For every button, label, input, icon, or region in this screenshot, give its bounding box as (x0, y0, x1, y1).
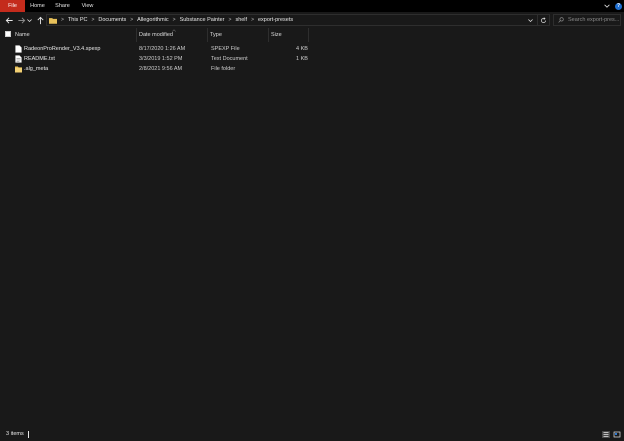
search-input[interactable] (568, 17, 620, 23)
file-name[interactable]: .alg_meta (24, 64, 48, 74)
breadcrumb-separator[interactable]: > (229, 17, 232, 23)
address-bar[interactable]: > This PC > Documents > Allegorithmic > … (46, 14, 550, 26)
breadcrumb-this-pc[interactable]: This PC (68, 17, 88, 23)
refresh-icon (541, 16, 546, 23)
file-name[interactable]: RadeonProRender_V3.4.spexp (24, 44, 100, 54)
navigation-bar: > This PC > Documents > Allegorithmic > … (0, 12, 624, 28)
tab-share[interactable]: Share (50, 0, 75, 12)
breadcrumb-separator[interactable]: > (130, 17, 133, 23)
search-box[interactable] (553, 14, 621, 26)
recent-locations-button[interactable] (26, 15, 33, 25)
column-date-modified[interactable]: Date modified (137, 28, 208, 42)
chevron-down-icon (27, 18, 32, 22)
file-row[interactable]: .alg_meta 2/8/2021 9:56 AM File folder (0, 64, 312, 74)
file-type: File folder (211, 66, 236, 72)
large-icons-view-button[interactable] (613, 431, 621, 438)
details-view-button[interactable] (602, 431, 610, 438)
file-date: 2/8/2021 9:56 AM (139, 66, 183, 72)
select-all-checkbox[interactable] (5, 31, 11, 37)
expand-ribbon-icon[interactable] (603, 2, 611, 10)
refresh-button[interactable] (537, 15, 549, 25)
status-divider (28, 431, 29, 438)
column-name[interactable]: Name (13, 28, 137, 42)
breadcrumb-separator: > (61, 17, 64, 23)
breadcrumb-allegorithmic[interactable]: Allegorithmic (137, 17, 168, 23)
file-date: 3/3/2019 1:52 PM (139, 56, 183, 62)
folder-icon (15, 66, 22, 73)
status-bar: 3 items (0, 428, 624, 441)
back-arrow-icon (5, 16, 13, 24)
tab-file[interactable]: File (0, 0, 25, 12)
tab-home[interactable]: Home (25, 0, 50, 12)
file-row[interactable]: RadeonProRender_V3.4.spexp 8/17/2020 1:2… (0, 44, 312, 54)
text-file-icon (15, 55, 22, 63)
breadcrumb-separator[interactable]: > (173, 17, 176, 23)
help-icon[interactable]: ? (615, 2, 622, 10)
column-type[interactable]: Type (208, 28, 269, 42)
address-controls (523, 15, 549, 25)
forward-button[interactable] (16, 15, 26, 25)
file-type: Text Document (211, 56, 248, 62)
ribbon: File Home Share View ? (0, 0, 624, 12)
breadcrumb-documents[interactable]: Documents (98, 17, 126, 23)
file-name[interactable]: README.txt (24, 54, 55, 64)
chevron-down-icon (527, 18, 533, 22)
file-size: 4 KB (296, 46, 308, 52)
breadcrumb-separator[interactable]: > (91, 17, 94, 23)
breadcrumb-export-presets[interactable]: export-presets (258, 17, 293, 23)
file-type: SPEXP File (211, 46, 240, 52)
up-arrow-icon (36, 16, 44, 24)
column-size[interactable]: Size (269, 28, 309, 42)
address-history-button[interactable] (523, 15, 537, 25)
breadcrumb-substance-painter[interactable]: Substance Painter (180, 17, 225, 23)
breadcrumb-shelf[interactable]: shelf (235, 17, 247, 23)
file-list: Name Date modified Type Size RadeonProRe… (0, 28, 624, 428)
search-icon (558, 17, 564, 23)
up-button[interactable] (35, 15, 45, 25)
forward-arrow-icon (17, 16, 25, 24)
ribbon-controls: ? (603, 0, 622, 12)
breadcrumb-separator[interactable]: > (251, 17, 254, 23)
folder-icon (49, 17, 57, 24)
file-date: 8/17/2020 1:26 AM (139, 46, 186, 52)
tab-view[interactable]: View (75, 0, 100, 12)
details-view-icon (603, 432, 609, 437)
item-count: 3 items (6, 431, 24, 437)
large-icons-view-icon (613, 431, 621, 438)
file-row[interactable]: README.txt 3/3/2019 1:52 PM Text Documen… (0, 54, 312, 64)
file-size: 1 KB (296, 56, 308, 62)
column-header: Name Date modified Type Size (0, 28, 624, 42)
back-button[interactable] (4, 15, 14, 25)
file-icon (15, 45, 22, 53)
